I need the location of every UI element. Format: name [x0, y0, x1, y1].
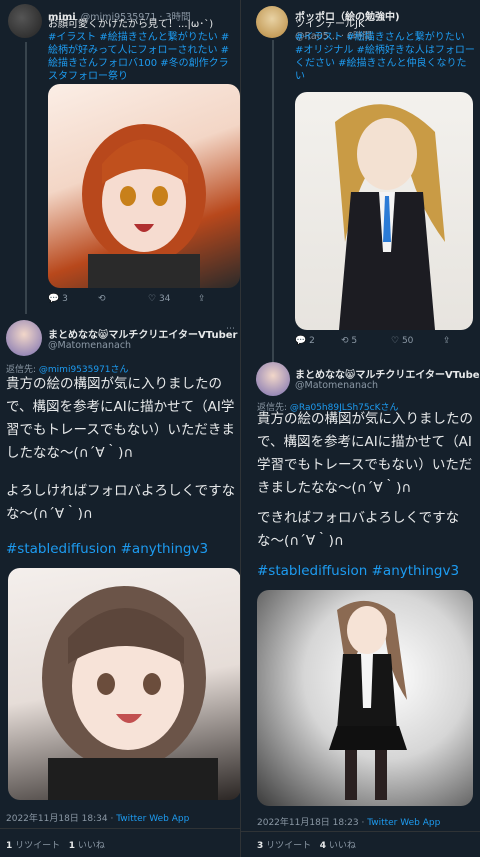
share-icon: ⇪ [198, 294, 206, 304]
illustration-girl-orange-hair [82, 124, 206, 288]
retweet-count: 5 [351, 336, 358, 346]
tweet-timestamp: 2022年11月18日 18:34 · Twitter Web App [6, 811, 189, 824]
like-button[interactable]: ♡ 50 [391, 336, 413, 346]
like-label: いいね [77, 841, 105, 851]
tweet-image[interactable] [48, 84, 240, 288]
divider [241, 831, 480, 832]
retweet-count: 3 [257, 841, 264, 851]
like-icon: ♡ [148, 294, 157, 304]
reply-count: 3 [62, 294, 68, 304]
thread-line [25, 42, 27, 314]
like-count: 4 [319, 841, 327, 851]
reply-button[interactable]: 💬 2 [295, 336, 315, 346]
display-name[interactable]: まとめなな😸マルチクリエイターVTuber [295, 366, 480, 381]
like-count-link[interactable]: 1 いいね [69, 841, 105, 851]
like-button[interactable]: ♡ 34 [148, 294, 170, 304]
timestamp-text: 2022年11月18日 18:23 · [257, 818, 368, 828]
engagement-counts: 3 リツイート 4 いいね [257, 838, 356, 851]
tweet-actions: 💬 2 ⟲ 5 ♡ 50 ⇪ [295, 336, 479, 350]
reply-icon: 💬 [295, 336, 307, 346]
tweet-body: 貴方の絵の構図が気に入りましたので、構図を参考にAIに描かせて（AI学習でもトレ… [6, 376, 235, 461]
thread-line [272, 40, 274, 362]
tweet-text: ツインテールJK [295, 19, 365, 30]
reply-button[interactable]: 💬 3 [48, 294, 68, 304]
share-icon: ⇪ [443, 336, 451, 346]
tweet-text: お顔可愛くかけたから見て！...|ω･`) [48, 19, 214, 30]
more-icon[interactable]: ⋯ [226, 324, 235, 334]
retweet-icon: ⟲ [341, 336, 349, 346]
retweet-button[interactable]: ⟲ 5 [341, 336, 357, 346]
illustration-twintail-girl [335, 104, 445, 330]
display-name[interactable]: まとめなな😸マルチクリエイターVTuber [48, 326, 237, 341]
reply-count: 2 [309, 336, 315, 346]
hashtags[interactable]: #stablediffusion #anythingv3 [6, 541, 238, 557]
engagement-counts: 1 リツイート 1 いいね [6, 838, 105, 851]
tweet-image[interactable] [257, 590, 473, 806]
retweet-icon: ⟲ [98, 294, 106, 304]
timestamp-text: 2022年11月18日 18:34 · [6, 814, 117, 824]
retweet-button[interactable]: ⟲ [98, 294, 106, 304]
tweet-body-2: よろしければフォロバよろしくですなな〜(∩´∀｀)∩ [6, 483, 236, 522]
hashtag-list[interactable]: #イラスト #絵描きさんと繋がりたい #オリジナル #絵柄好きな人はフォローくだ… [295, 31, 475, 83]
retweet-count: 1 [6, 841, 13, 851]
avatar[interactable] [8, 4, 42, 38]
retweet-count-link[interactable]: 1 リツイート [6, 841, 60, 851]
source-app-link[interactable]: Twitter Web App [367, 818, 440, 828]
like-count: 1 [68, 841, 76, 851]
tweet-timestamp: 2022年11月18日 18:23 · Twitter Web App [257, 815, 440, 828]
like-count: 50 [401, 336, 414, 346]
reply-icon: 💬 [48, 294, 60, 304]
right-column: ポッポロ（絵の勉強中) @Ra05... · 6時間 ツインテールJK #イラス… [240, 0, 480, 857]
share-button[interactable]: ⇪ [198, 294, 206, 304]
avatar[interactable] [256, 6, 288, 38]
like-count: 34 [158, 294, 171, 304]
retweet-label: リツイート [15, 841, 61, 851]
tweet-body: 貴方の絵の構図が気に入りましたので、構図を参考にAIに描かせて（AI学習でもトレ… [257, 411, 473, 496]
divider [0, 828, 240, 829]
avatar[interactable] [6, 320, 42, 356]
avatar[interactable] [256, 362, 290, 396]
hashtag-list[interactable]: #イラスト #絵描きさんと繋がりたい #絵柄が好みって人にフォローされたい #絵… [48, 31, 238, 83]
left-column: mimi @mimi9535971 · 3時間 お顔可愛くかけたから見て！...… [0, 0, 240, 857]
source-app-link[interactable]: Twitter Web App [116, 814, 189, 824]
illustration-ai-twintail-girl [329, 600, 407, 800]
tweet-image[interactable] [8, 568, 240, 800]
user-handle[interactable]: @Matomenanach [295, 380, 378, 391]
share-button[interactable]: ⇪ [443, 336, 451, 346]
tweet-actions: 💬 3 ⟲ ♡ 34 ⇪ [48, 294, 238, 308]
retweet-count-link[interactable]: 3 リツイート [257, 841, 311, 851]
tweet-image[interactable] [295, 92, 473, 330]
like-label: いいね [328, 841, 356, 851]
like-icon: ♡ [391, 336, 400, 346]
hashtags[interactable]: #stablediffusion #anythingv3 [257, 563, 479, 579]
retweet-label: リツイート [266, 841, 312, 851]
user-handle[interactable]: @Matomenanach [48, 340, 131, 351]
like-count-link[interactable]: 4 いいね [320, 841, 356, 851]
tweet-body-2: できればフォロバよろしくですなな〜(∩´∀｀)∩ [257, 510, 460, 549]
illustration-ai-girl-brown-hair [42, 586, 218, 800]
